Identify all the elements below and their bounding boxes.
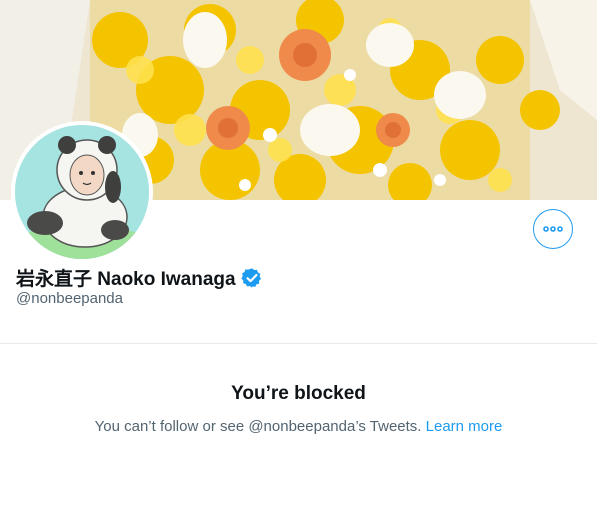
avatar[interactable] (11, 121, 153, 263)
blocked-message: You can’t follow or see @nonbeepanda’s T… (94, 418, 426, 435)
learn-more-link[interactable]: Learn more (426, 418, 503, 435)
profile-name-row: 岩永直子 Naoko Iwanaga (16, 264, 263, 291)
profile-handle: @nonbeepanda (16, 290, 123, 307)
divider (0, 343, 597, 344)
blocked-title: You’re blocked (231, 383, 366, 404)
display-name: 岩永直子 Naoko Iwanaga (16, 269, 236, 290)
verified-badge-icon (240, 267, 263, 289)
blocked-message-row: You can’t follow or see @nonbeepanda’s T… (0, 418, 597, 435)
avatar-image (15, 125, 149, 259)
more-horizontal-icon (543, 220, 563, 238)
more-options-button[interactable] (533, 209, 573, 249)
